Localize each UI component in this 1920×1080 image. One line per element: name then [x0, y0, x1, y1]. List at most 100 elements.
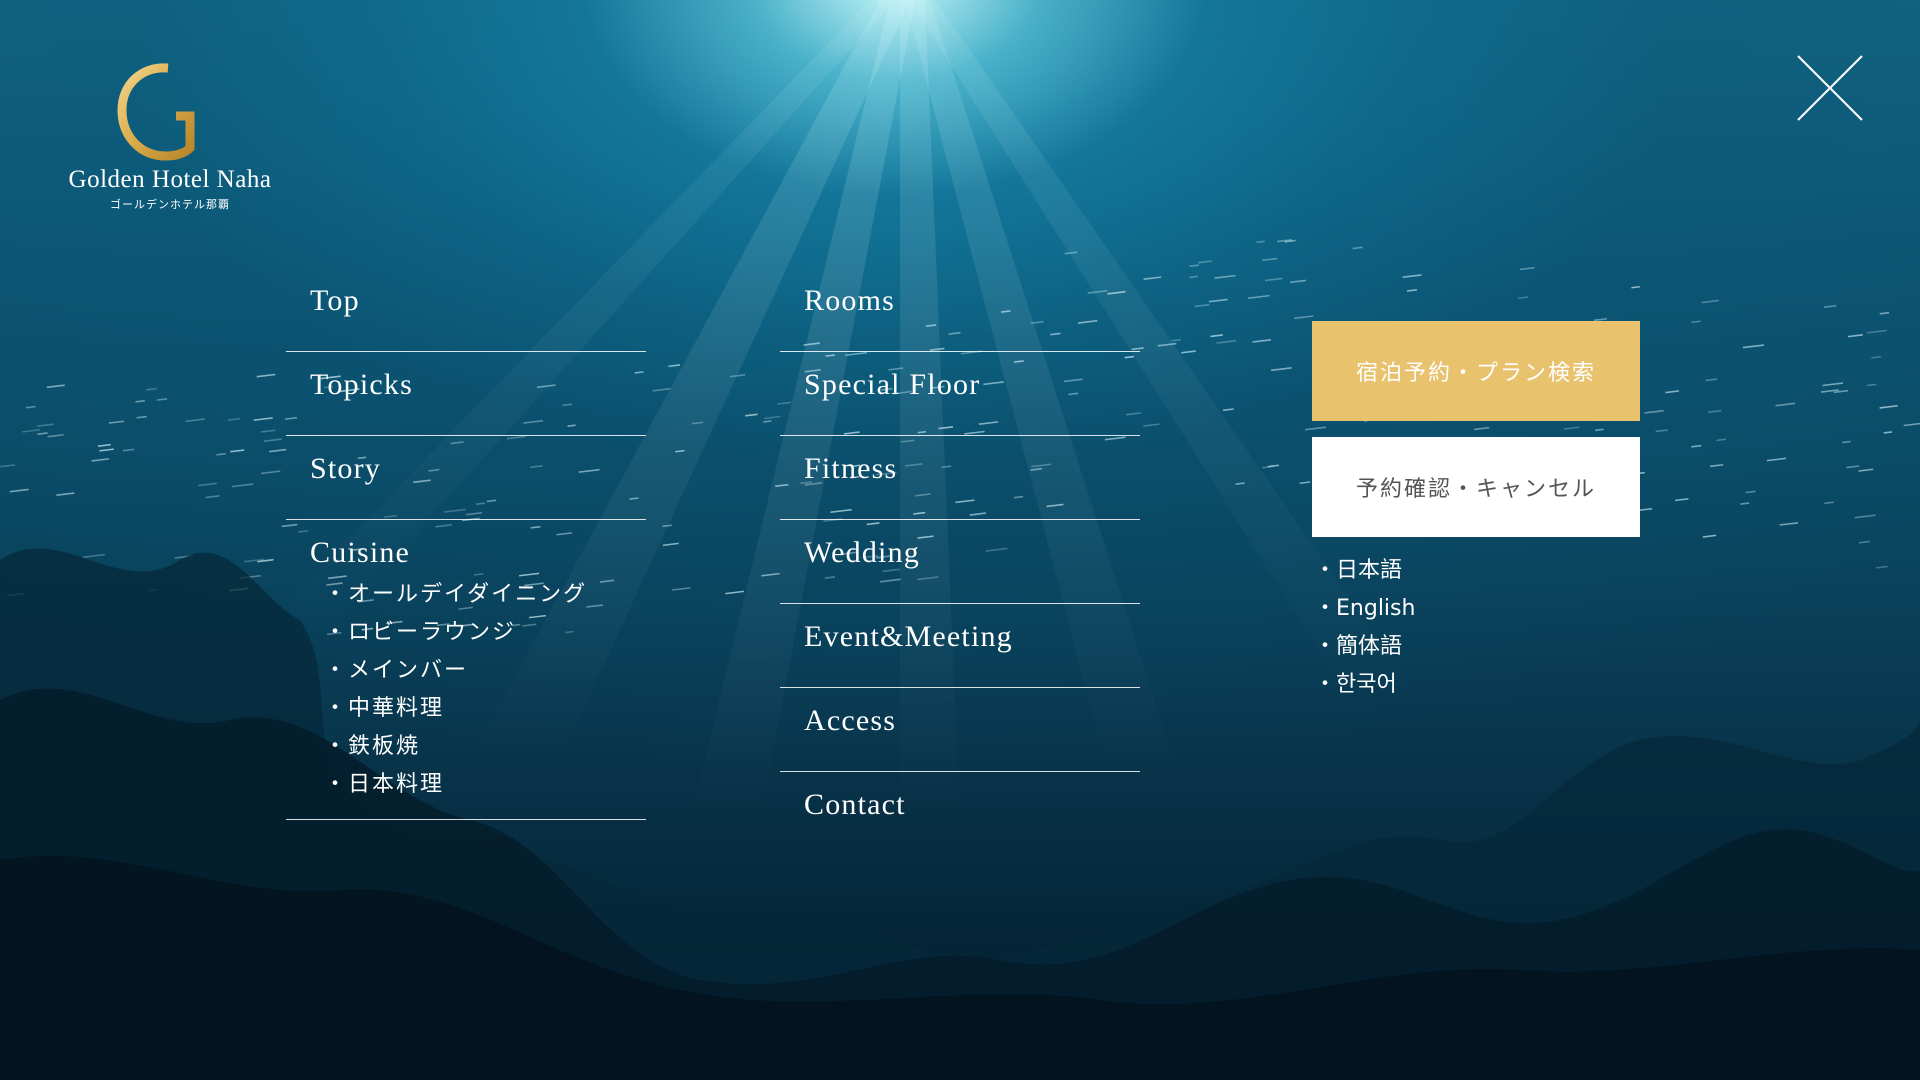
close-button[interactable] — [1796, 54, 1864, 122]
fish — [1691, 444, 1702, 448]
fish — [261, 470, 281, 475]
fish — [185, 418, 205, 423]
fish — [1264, 277, 1283, 282]
fish — [82, 553, 105, 559]
submenu-item-teppanyaki[interactable]: 鉄板焼 — [324, 728, 646, 766]
menu-item-rooms[interactable]: Rooms — [780, 268, 1140, 352]
submenu-item-lobby-lounge[interactable]: ロビーラウンジ — [324, 614, 646, 652]
fish — [1222, 408, 1234, 412]
fish — [1822, 382, 1844, 387]
fish — [1705, 378, 1718, 382]
fish — [1595, 428, 1604, 432]
close-icon — [1797, 55, 1863, 121]
fish — [1691, 320, 1701, 324]
fish — [1143, 276, 1162, 281]
fish — [1519, 266, 1535, 271]
submenu-item-all-day-dining[interactable]: オールデイダイニング — [324, 576, 646, 614]
fish — [25, 405, 36, 409]
fish — [146, 387, 157, 391]
fish — [9, 488, 29, 493]
menu-overlay: Golden Hotel Naha ゴールデンホテル那覇 Top Topicks… — [0, 0, 1920, 1080]
language-korean[interactable]: 한국어 — [1314, 666, 1415, 704]
fish — [1262, 465, 1274, 469]
fish — [1210, 334, 1223, 338]
fish — [1406, 289, 1417, 292]
fish — [1847, 334, 1863, 338]
fish — [205, 495, 220, 499]
fish — [216, 452, 226, 456]
menu-item-access[interactable]: Access — [780, 688, 1140, 772]
fish — [763, 420, 772, 423]
fish — [156, 398, 168, 401]
language-japanese[interactable]: 日本語 — [1314, 552, 1415, 590]
menu-item-cuisine: Cuisine オールデイダイニング ロビーラウンジ メインバー 中華料理 鉄板… — [286, 520, 646, 820]
fish — [1352, 246, 1363, 250]
fish — [652, 387, 671, 392]
menu-item-label: Story — [310, 452, 382, 485]
fish — [1665, 390, 1679, 394]
fish — [1879, 311, 1890, 315]
menu-item-label: Fitness — [804, 452, 898, 485]
submenu-item-japanese[interactable]: 日本料理 — [324, 766, 646, 804]
fish — [1823, 304, 1837, 309]
fish — [1517, 296, 1529, 300]
menu-item-story[interactable]: Story — [286, 436, 646, 520]
fish — [136, 415, 147, 419]
menu-item-topicks[interactable]: Topicks — [286, 352, 646, 436]
fish — [1189, 264, 1199, 268]
menu-item-label[interactable]: Cuisine — [310, 536, 410, 569]
fish — [1189, 275, 1198, 279]
hotel-logo[interactable]: Golden Hotel Naha ゴールデンホテル那覇 — [60, 52, 280, 212]
menu-item-wedding[interactable]: Wedding — [780, 520, 1140, 604]
language-simplified-chinese[interactable]: 簡体語 — [1314, 628, 1415, 666]
fish — [1846, 465, 1860, 469]
fish — [135, 399, 145, 403]
fish — [1702, 534, 1717, 538]
fish — [1208, 298, 1228, 303]
fish — [1879, 404, 1898, 409]
fish — [1779, 521, 1799, 526]
fish — [1064, 251, 1078, 255]
menu-item-label: Contact — [804, 788, 906, 821]
menu-column-left: Top Topicks Story Cuisine オールデイダイニング ロビー… — [286, 268, 646, 820]
fish — [745, 413, 758, 417]
fish — [0, 464, 15, 468]
fish — [1474, 426, 1490, 431]
fish — [1871, 355, 1882, 359]
language-english[interactable]: English — [1314, 590, 1415, 628]
fish — [122, 448, 135, 452]
fish — [668, 364, 681, 368]
fish — [1854, 514, 1876, 519]
fish — [662, 524, 672, 528]
fish — [1171, 338, 1181, 342]
fish — [691, 421, 704, 425]
menu-item-contact[interactable]: Contact — [780, 772, 1140, 856]
menu-item-event-meeting[interactable]: Event&Meeting — [780, 604, 1140, 688]
fish — [1867, 329, 1887, 334]
menu-item-label: Topicks — [310, 368, 413, 401]
fish — [725, 590, 744, 595]
menu-item-top[interactable]: Top — [286, 268, 646, 352]
fish — [1197, 260, 1212, 264]
fish — [37, 432, 48, 435]
fish — [1299, 481, 1311, 485]
menu-item-label: Event&Meeting — [804, 620, 1013, 653]
fish — [1216, 339, 1237, 344]
book-plan-search-button[interactable]: 宿泊予約・プラン検索 — [1312, 321, 1640, 421]
fish — [1214, 274, 1236, 279]
menu-item-fitness[interactable]: Fitness — [780, 436, 1140, 520]
fish — [1745, 490, 1756, 494]
fish — [1866, 383, 1877, 387]
submenu-item-chinese[interactable]: 中華料理 — [324, 690, 646, 728]
fish — [1766, 457, 1787, 462]
menu-item-special-floor[interactable]: Special Floor — [780, 352, 1140, 436]
fish — [1858, 468, 1874, 472]
fish — [1256, 240, 1265, 244]
fish — [1875, 565, 1888, 569]
fish — [56, 492, 75, 496]
reservation-confirm-cancel-button[interactable]: 予約確認・キャンセル — [1312, 437, 1640, 537]
fish — [1402, 274, 1422, 278]
fish — [1157, 342, 1177, 347]
fish — [227, 417, 241, 421]
submenu-item-main-bar[interactable]: メインバー — [324, 652, 646, 690]
